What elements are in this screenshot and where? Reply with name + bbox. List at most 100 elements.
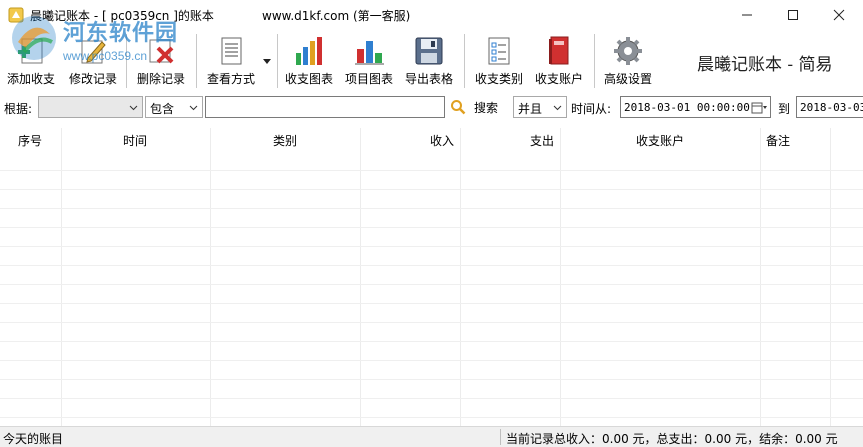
- maximize-button[interactable]: [770, 0, 816, 30]
- add-record-label: 添加收支: [6, 72, 55, 86]
- basis-select[interactable]: [38, 96, 143, 118]
- col-header-index[interactable]: 序号: [18, 128, 42, 150]
- date-to-value: 2018-03-03: [800, 101, 863, 114]
- table-row: [0, 417, 863, 418]
- col-header-note[interactable]: 备注: [766, 128, 790, 150]
- table-row: [0, 341, 863, 342]
- close-icon: [833, 9, 845, 21]
- search-button[interactable]: 搜索: [450, 97, 498, 117]
- table-row: [0, 322, 863, 323]
- 3d-chart-icon: [351, 34, 387, 68]
- status-separator: [500, 429, 501, 445]
- category-label: 收支类别: [474, 72, 523, 86]
- col-header-time[interactable]: 时间: [123, 128, 147, 150]
- income-chart-button[interactable]: 收支图表: [282, 34, 336, 88]
- toolbar-separator: [277, 34, 278, 88]
- column-divider: [760, 128, 761, 426]
- match-select-value: 包含: [150, 102, 175, 116]
- add-icon: [13, 34, 49, 68]
- keyword-input[interactable]: [205, 96, 445, 118]
- window-title: 晨曦记账本 - [ pc0359cn ]的账本: [30, 9, 214, 23]
- toolbar-separator: [464, 34, 465, 88]
- col-header-category[interactable]: 类别: [273, 128, 297, 150]
- column-divider: [830, 128, 831, 426]
- settings-label: 高级设置: [603, 72, 652, 86]
- bar-chart-icon: [291, 34, 327, 68]
- edit-record-label: 修改记录: [68, 72, 117, 86]
- export-table-label: 导出表格: [404, 72, 453, 86]
- records-table[interactable]: 序号 时间 类别 收入 支出 收支账户 备注: [0, 128, 863, 426]
- col-header-income[interactable]: 收入: [430, 128, 454, 150]
- chevron-down-icon: [189, 105, 198, 111]
- window-subtitle: www.d1kf.com (第一客服): [262, 9, 411, 23]
- table-row: [0, 398, 863, 399]
- app-icon: [8, 7, 24, 23]
- maximize-icon: [788, 10, 798, 20]
- filter-bar: 根据: 包含 搜索 并且 时间从: 2018-03-01 00:00:00 到 …: [0, 94, 863, 122]
- calendar-icon[interactable]: [751, 101, 767, 114]
- income-chart-label: 收支图表: [284, 72, 333, 86]
- col-header-account[interactable]: 收支账户: [636, 128, 684, 150]
- edit-pencil-icon: [75, 34, 111, 68]
- status-today-label: 今天的账目: [3, 432, 64, 446]
- time-from-label: 时间从:: [571, 102, 612, 116]
- search-label: 搜索: [474, 100, 499, 115]
- settings-button[interactable]: 高级设置: [601, 34, 655, 88]
- add-record-button[interactable]: 添加收支: [4, 34, 58, 88]
- table-row: [0, 189, 863, 190]
- logic-select-value: 并且: [518, 102, 543, 116]
- column-divider: [61, 128, 62, 426]
- date-from-input[interactable]: 2018-03-01 00:00:00: [620, 96, 771, 118]
- item-chart-button[interactable]: 项目图表: [342, 34, 396, 88]
- table-row: [0, 246, 863, 247]
- date-from-value: 2018-03-01 00:00:00: [624, 101, 750, 114]
- view-mode-label: 查看方式: [206, 72, 255, 86]
- logic-select[interactable]: 并且: [513, 96, 567, 118]
- category-button[interactable]: 收支类别: [472, 34, 526, 88]
- column-divider: [360, 128, 361, 426]
- column-divider: [210, 128, 211, 426]
- table-row: [0, 265, 863, 266]
- basis-label: 根据:: [4, 102, 33, 116]
- minimize-button[interactable]: [724, 0, 770, 30]
- view-mode-dropdown-icon[interactable]: [262, 56, 272, 66]
- delete-record-label: 删除记录: [136, 72, 185, 86]
- account-label: 收支账户: [534, 72, 583, 86]
- chevron-down-icon: [553, 105, 562, 111]
- table-row: [0, 379, 863, 380]
- brand-title: 晨曦记账本 - 简易: [697, 55, 833, 75]
- account-button[interactable]: 收支账户: [532, 34, 586, 88]
- item-chart-label: 项目图表: [344, 72, 393, 86]
- toolbar-separator: [126, 34, 127, 88]
- delete-record-button[interactable]: 删除记录: [134, 34, 188, 88]
- close-button[interactable]: [816, 0, 862, 30]
- delete-icon: [143, 34, 179, 68]
- gear-icon: [610, 34, 646, 68]
- export-table-button[interactable]: 导出表格: [402, 34, 456, 88]
- table-row: [0, 303, 863, 304]
- toolbar-separator: [594, 34, 595, 88]
- table-row: [0, 284, 863, 285]
- red-book-icon: [541, 34, 577, 68]
- match-select[interactable]: 包含: [145, 96, 203, 118]
- minimize-icon: [742, 14, 752, 16]
- to-label: 到: [778, 102, 791, 116]
- floppy-disk-icon: [411, 34, 447, 68]
- magnifier-icon: [451, 100, 466, 115]
- column-divider: [560, 128, 561, 426]
- table-row: [0, 360, 863, 361]
- toolbar: 添加收支 修改记录 删除记录 查看方式 收支图表 项目图表 导出表格 收支类别 …: [0, 30, 863, 90]
- chevron-down-icon: [129, 105, 138, 111]
- column-divider: [460, 128, 461, 426]
- document-list-icon: [213, 34, 249, 68]
- view-mode-button[interactable]: 查看方式: [204, 34, 258, 88]
- edit-record-button[interactable]: 修改记录: [66, 34, 120, 88]
- title-bar: 晨曦记账本 - [ pc0359cn ]的账本 www.d1kf.com (第一…: [0, 0, 863, 30]
- date-to-input[interactable]: 2018-03-03: [796, 96, 863, 118]
- col-header-expense[interactable]: 支出: [530, 128, 554, 150]
- checklist-icon: [481, 34, 517, 68]
- table-header: 序号 时间 类别 收入 支出 收支账户 备注: [0, 128, 863, 150]
- table-row: [0, 227, 863, 228]
- status-bar: 今天的账目 当前记录总收入：0.00 元，总支出：0.00 元，结余：0.00 …: [0, 426, 863, 447]
- table-row: [0, 208, 863, 209]
